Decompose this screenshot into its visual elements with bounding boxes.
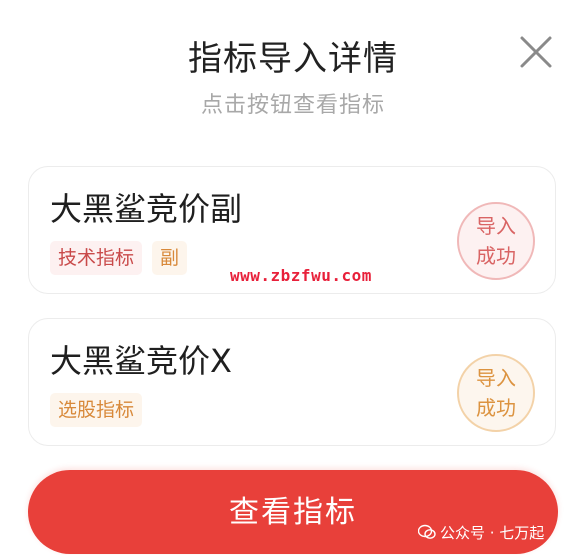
import-success-badge: 导入 成功: [457, 354, 535, 432]
badge-line-2: 成功: [476, 244, 516, 268]
badge-line-2: 成功: [476, 396, 516, 420]
badge-line-1: 导入: [476, 366, 516, 390]
official-account-mark: 公众号 · 七万起: [418, 520, 544, 544]
tag-stock-selection-indicator: 选股指标: [50, 393, 143, 427]
wechat-icon: [418, 524, 436, 539]
import-success-badge: 导入 成功: [457, 202, 535, 280]
official-account-label: 公众号 · 七万起: [440, 523, 545, 542]
tag-sub: 副: [152, 241, 188, 275]
close-button[interactable]: [514, 30, 558, 74]
indicator-name: 大黑鲨竞价副: [50, 190, 243, 228]
indicator-tags: 技术指标 副: [50, 241, 188, 275]
tag-technical-indicator: 技术指标: [50, 241, 143, 275]
indicator-import-modal: 指标导入详情 点击按钮查看指标 大黑鲨竞价副 技术指标 副 导入 成功 大黑鲨竞…: [0, 0, 586, 554]
indicator-name: 大黑鲨竞价X: [50, 342, 232, 380]
indicator-card[interactable]: 大黑鲨竞价X 选股指标 导入 成功: [28, 318, 556, 446]
modal-subtitle: 点击按钮查看指标: [200, 93, 385, 118]
badge-line-1: 导入: [476, 214, 516, 238]
close-icon: [520, 36, 552, 68]
site-watermark: www.zbzfwu.com: [230, 266, 372, 285]
modal-title: 指标导入详情: [188, 39, 398, 79]
indicator-tags: 选股指标: [50, 393, 143, 427]
